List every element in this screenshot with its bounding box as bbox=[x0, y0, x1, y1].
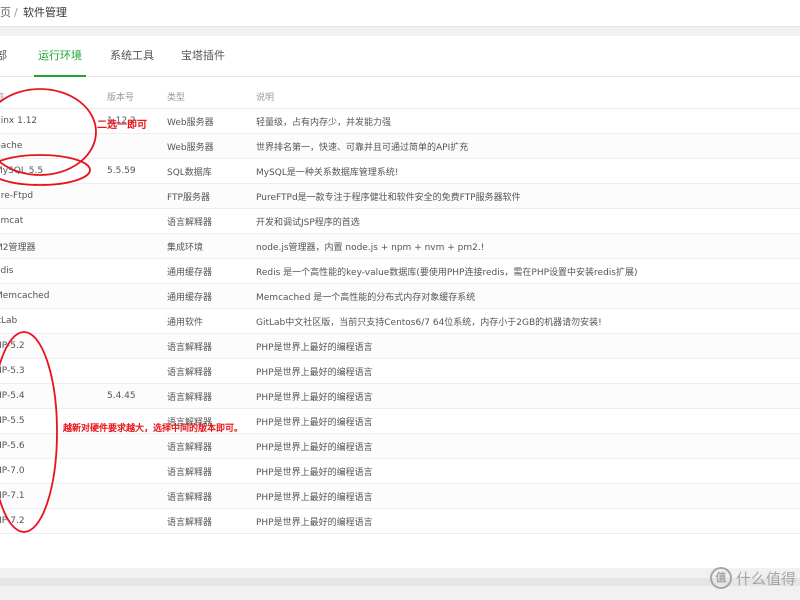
table-row[interactable]: edis 通用缓存器 Redis 是一个高性能的key-value数据库(要使用PH… bbox=[0, 258, 800, 284]
cell-description: Memcached 是一个高性能的分布式内存对象缓存系统 bbox=[256, 292, 476, 303]
software-table: 称 版本号 类型 说明 ginx 1.121.12.2Web服务器轻量级，占有内… bbox=[0, 84, 800, 534]
cell-name: HP-7.0 bbox=[0, 466, 25, 476]
table-row[interactable]: itLab 通用软件 GitLab中文社区版，当前只支持Centos6/7 64位系… bbox=[0, 308, 800, 334]
cell-type: 语言解释器 bbox=[167, 367, 213, 378]
cell-name: ginx 1.12 bbox=[0, 116, 38, 126]
cell-type: 语言解释器 bbox=[167, 342, 213, 353]
cell-description: PHP是世界上最好的编程语言 bbox=[256, 342, 373, 353]
cell-type: 通用缓存器 bbox=[167, 267, 213, 278]
cell-name: ure-Ftpd bbox=[0, 191, 34, 201]
header-description: 说明 bbox=[256, 84, 800, 109]
cell-description: PHP是世界上最好的编程语言 bbox=[256, 517, 373, 528]
table-row[interactable]: omcat 语言解释器 开发和调试JSP程序的首选 bbox=[0, 208, 800, 234]
cell-type: 通用软件 bbox=[167, 317, 204, 328]
cell-description: PHP是世界上最好的编程语言 bbox=[256, 442, 373, 453]
cell-name: MySQL 5.5 bbox=[0, 166, 44, 176]
table-row[interactable]: MySQL 5.5 5.5.59 SQL数据库 MySQL是一种关系数据库管理系统! bbox=[0, 158, 800, 184]
cell-name: itLab bbox=[0, 316, 18, 326]
cell-type: Web服务器 bbox=[167, 117, 214, 128]
cell-type: 集成环境 bbox=[167, 242, 204, 253]
cell-type: 语言解释器 bbox=[167, 467, 213, 478]
table-row[interactable]: HP-5.4 5.4.45 语言解释器 PHP是世界上最好的编程语言 bbox=[0, 383, 800, 409]
cell-description: PHP是世界上最好的编程语言 bbox=[256, 467, 373, 478]
cell-name: HP-5.3 bbox=[0, 366, 25, 376]
breadcrumb-home-link[interactable]: 页 bbox=[0, 0, 11, 26]
cell-name: omcat bbox=[0, 216, 24, 226]
table-row[interactable]: HP-5.6 语言解释器 PHP是世界上最好的编程语言 bbox=[0, 433, 800, 459]
table-row[interactable]: Memcached 通用缓存器 Memcached 是一个高性能的分布式内存对象缓存… bbox=[0, 283, 800, 309]
cell-description: 世界排名第一，快速、可靠并且可通过简单的API扩充 bbox=[256, 142, 469, 153]
cell-version: 5.5.59 bbox=[107, 166, 136, 176]
tab-bar: 部 运行环境 系统工具 宝塔插件 bbox=[0, 36, 800, 77]
header-name: 称 bbox=[0, 90, 4, 103]
cell-description: node.js管理器，内置 node.js + npm + nvm + pm2.… bbox=[256, 242, 485, 253]
cell-name: HP-5.6 bbox=[0, 441, 25, 451]
cell-type: 语言解释器 bbox=[167, 217, 213, 228]
cell-type: 语言解释器 bbox=[167, 492, 213, 503]
table-row[interactable]: HP-7.0 语言解释器 PHP是世界上最好的编程语言 bbox=[0, 458, 800, 484]
cell-name: pache bbox=[0, 141, 23, 151]
cell-name: HP-5.5 bbox=[0, 416, 25, 426]
cell-description: 开发和调试JSP程序的首选 bbox=[256, 217, 360, 228]
cell-type: 语言解释器 bbox=[167, 392, 213, 403]
cell-type: 语言解释器 bbox=[167, 517, 213, 528]
cell-type: Web服务器 bbox=[167, 142, 214, 153]
header-type: 类型 bbox=[167, 84, 256, 109]
cell-name: HP-5.4 bbox=[0, 391, 25, 401]
table-row[interactable]: pache Web服务器 世界排名第一，快速、可靠并且可通过简单的API扩充 bbox=[0, 133, 800, 159]
cell-version: 5.4.45 bbox=[107, 391, 136, 401]
annotation-note-php-advice: 越新对硬件要求越大，选择中间的版本即可。 bbox=[63, 424, 244, 434]
tab-system-tools[interactable]: 系统工具 bbox=[110, 36, 154, 76]
watermark-text: 什么值得 bbox=[735, 569, 796, 588]
tab-bt-plugins[interactable]: 宝塔插件 bbox=[181, 36, 225, 76]
annotation-note-choose-one: 二选一即可 bbox=[97, 120, 147, 131]
cell-description: PHP是世界上最好的编程语言 bbox=[256, 367, 373, 378]
cell-name: Memcached bbox=[0, 291, 50, 301]
table-row[interactable]: HP-7.2 语言解释器 PHP是世界上最好的编程语言 bbox=[0, 508, 800, 534]
watermark: 值 什么值得 bbox=[709, 566, 796, 590]
cell-description: PureFTPd是一款专注于程序健壮和软件安全的免费FTP服务器软件 bbox=[256, 192, 521, 203]
table-header-row: 称 版本号 类型 说明 bbox=[0, 84, 800, 109]
cell-name: HP-7.1 bbox=[0, 491, 25, 501]
breadcrumb: 页 / 软件管理 bbox=[0, 0, 800, 27]
cell-description: PHP是世界上最好的编程语言 bbox=[256, 392, 373, 403]
table-row[interactable]: ure-Ftpd FTP服务器 PureFTPd是一款专注于程序健壮和软件安全的免费… bbox=[0, 183, 800, 209]
cell-description: 轻量级，占有内存少，并发能力强 bbox=[256, 117, 392, 128]
table-row[interactable]: HP-5.3 语言解释器 PHP是世界上最好的编程语言 bbox=[0, 358, 800, 384]
cell-description: PHP是世界上最好的编程语言 bbox=[256, 492, 373, 503]
cell-description: Redis 是一个高性能的key-value数据库(要使用PHP连接redis，… bbox=[256, 267, 638, 278]
tab-all[interactable]: 部 bbox=[0, 36, 7, 76]
cell-type: 通用缓存器 bbox=[167, 292, 213, 303]
table-row[interactable]: M2管理器 集成环境 node.js管理器，内置 node.js + npm + n… bbox=[0, 233, 800, 259]
cell-name: edis bbox=[0, 266, 14, 276]
cell-description: GitLab中文社区版，当前只支持Centos6/7 64位系统，内存小于2GB… bbox=[256, 317, 602, 328]
cell-name: HP-5.2 bbox=[0, 341, 25, 351]
header-version: 版本号 bbox=[107, 84, 167, 109]
cell-type: SQL数据库 bbox=[167, 167, 212, 178]
cell-type: 语言解释器 bbox=[167, 442, 213, 453]
cell-type: FTP服务器 bbox=[167, 192, 210, 203]
table-row[interactable]: HP-7.1 语言解释器 PHP是世界上最好的编程语言 bbox=[0, 483, 800, 509]
cell-name: M2管理器 bbox=[0, 242, 36, 253]
watermark-logo-icon: 值 bbox=[709, 567, 732, 589]
cell-description: PHP是世界上最好的编程语言 bbox=[256, 417, 373, 428]
cell-description: MySQL是一种关系数据库管理系统! bbox=[256, 167, 399, 178]
table-row[interactable]: HP-5.2 语言解释器 PHP是世界上最好的编程语言 bbox=[0, 333, 800, 359]
breadcrumb-current: 软件管理 bbox=[23, 6, 67, 19]
horizontal-scrollbar[interactable] bbox=[0, 578, 800, 586]
breadcrumb-separator: / bbox=[14, 6, 18, 19]
cell-name: HP-7.2 bbox=[0, 516, 25, 526]
tab-runtime[interactable]: 运行环境 bbox=[34, 36, 86, 77]
